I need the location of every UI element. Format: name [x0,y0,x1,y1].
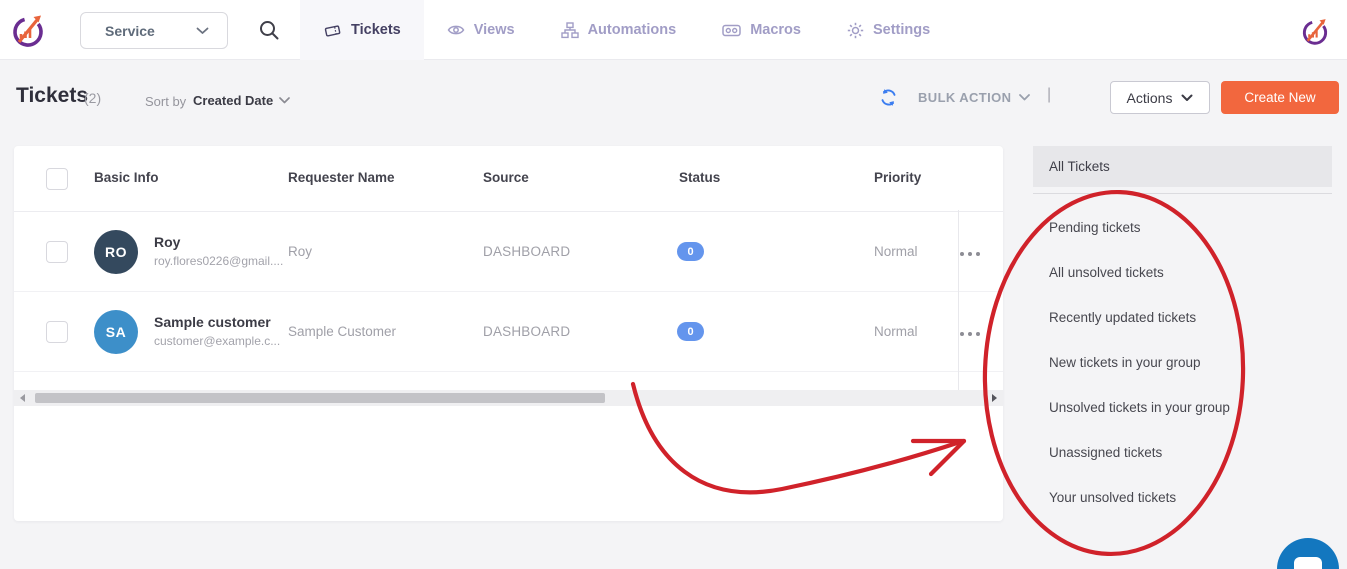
tab-tickets[interactable]: Tickets [300,0,424,60]
sidebar-item-all-tickets[interactable]: All Tickets [1033,146,1332,187]
chevron-down-icon [1019,94,1030,101]
select-all-checkbox[interactable] [46,168,68,190]
requester-name: Sample Customer [288,324,396,339]
sidebar-item-your-unsolved-tickets[interactable]: Your unsolved tickets [1033,475,1332,520]
status-badge[interactable]: 0 [677,322,704,341]
tickets-table: Basic Info Requester Name Source Status … [14,146,1003,521]
sidebar-divider [1033,193,1332,194]
sidebar-item-label: Unsolved tickets in your group [1049,400,1230,415]
horizontal-scrollbar[interactable] [14,390,1003,406]
row-actions-icon[interactable] [960,328,990,340]
ticket-source: DASHBOARD [483,244,570,259]
chevron-down-icon [196,27,209,35]
avatar: SA [94,310,138,354]
sidebar-item-unsolved-tickets-in-your-group[interactable]: Unsolved tickets in your group [1033,385,1332,430]
top-navbar: Service Tickets [0,0,1347,60]
tab-macros-label: Macros [750,22,801,38]
toolbar-separator: | [1047,86,1051,104]
col-requester-name: Requester Name [288,170,395,185]
brand-logo-icon [6,8,50,52]
product-switcher-dropdown[interactable]: Service [80,12,228,49]
bulk-action-dropdown[interactable]: BULK ACTION [918,90,1030,105]
scroll-right-icon[interactable] [992,394,997,402]
sort-value-label: Created Date [193,93,273,108]
create-new-button-label: Create New [1244,90,1315,105]
search-icon[interactable] [256,17,282,43]
ticket-name: Sample customer [154,314,271,330]
tab-automations[interactable]: Automations [538,0,700,60]
app-root: Service Tickets [0,0,1347,569]
product-switcher-label: Service [105,23,155,39]
sidebar-item-all-unsolved-tickets[interactable]: All unsolved tickets [1033,250,1332,295]
status-badge[interactable]: 0 [677,242,704,261]
row-actions-icon[interactable] [960,248,990,260]
table-row[interactable]: RO Roy roy.flores0226@gmail.... Roy DASH… [14,212,1003,292]
macro-icon [722,24,741,37]
sidebar-item-label: All unsolved tickets [1049,265,1164,280]
ticket-source: DASHBOARD [483,324,570,339]
ticket-name: Roy [154,234,180,250]
row-checkbox[interactable] [46,241,68,263]
gear-icon [847,22,864,39]
sort-by-label: Sort by [145,94,186,109]
scrollbar-thumb[interactable] [35,393,605,403]
table-row[interactable]: SA Sample customer customer@example.c...… [14,292,1003,372]
tab-views[interactable]: Views [424,0,538,60]
tab-views-label: Views [474,22,515,38]
ticket-priority: Normal [874,324,918,339]
ticket-views-sidebar: Pending tickets All unsolved tickets Rec… [1033,205,1332,520]
col-status: Status [679,170,720,185]
tab-automations-label: Automations [588,22,677,38]
main-nav-tabs: Tickets Views Automations [300,0,953,60]
ticket-email: customer@example.c... [154,334,280,348]
tab-settings[interactable]: Settings [824,0,953,60]
tab-macros[interactable]: Macros [699,0,824,60]
tab-tickets-label: Tickets [351,22,401,38]
sort-value-dropdown[interactable]: Created Date [193,93,290,108]
scroll-left-icon[interactable] [20,394,25,402]
create-new-button[interactable]: Create New [1221,81,1339,114]
ticket-icon [323,21,342,40]
col-priority: Priority [874,170,921,185]
eye-icon [447,23,465,37]
chevron-down-icon [279,97,290,104]
requester-name: Roy [288,244,312,259]
chat-widget-button[interactable] [1277,538,1339,569]
col-basic-info: Basic Info [94,170,159,185]
refresh-icon[interactable] [879,88,899,108]
sidebar-item-pending-tickets[interactable]: Pending tickets [1033,205,1332,250]
sidebar-selected-label: All Tickets [1049,159,1110,174]
chevron-down-icon [1181,94,1193,102]
sidebar-item-unassigned-tickets[interactable]: Unassigned tickets [1033,430,1332,475]
sidebar-item-label: Unassigned tickets [1049,445,1162,460]
sidebar-item-recently-updated-tickets[interactable]: Recently updated tickets [1033,295,1332,340]
brand-logo-right-icon [1297,13,1333,49]
page-title: Tickets [16,84,88,108]
sidebar-item-label: New tickets in your group [1049,355,1201,370]
bulk-action-label: BULK ACTION [918,90,1011,105]
actions-button[interactable]: Actions [1110,81,1210,114]
avatar: RO [94,230,138,274]
sitemap-icon [561,22,579,39]
table-header-row: Basic Info Requester Name Source Status … [14,146,1003,212]
actions-button-label: Actions [1127,90,1173,106]
sidebar-item-label: Pending tickets [1049,220,1141,235]
col-source: Source [483,170,529,185]
ticket-priority: Normal [874,244,918,259]
tab-settings-label: Settings [873,22,930,38]
actions-column-divider [958,210,959,392]
ticket-count: (2) [84,90,101,106]
sidebar-item-label: Your unsolved tickets [1049,490,1176,505]
chat-icon [1294,557,1322,569]
sidebar-item-label: Recently updated tickets [1049,310,1196,325]
sidebar-item-new-tickets-in-your-group[interactable]: New tickets in your group [1033,340,1332,385]
row-checkbox[interactable] [46,321,68,343]
ticket-email: roy.flores0226@gmail.... [154,254,283,268]
